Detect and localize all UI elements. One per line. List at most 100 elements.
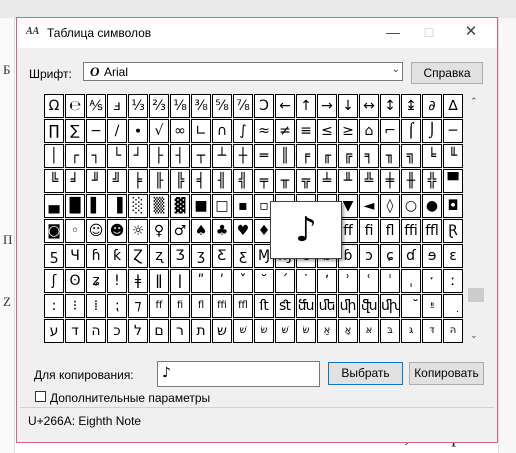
character-cell[interactable]: ∏ xyxy=(44,119,64,143)
character-cell[interactable]: ﬖ xyxy=(359,294,379,318)
character-cell[interactable]: ɛ xyxy=(443,244,463,268)
character-cell[interactable]: ∆ xyxy=(443,94,463,118)
character-cell[interactable]: ﬄ xyxy=(422,219,442,243)
character-cell[interactable]: ⁝ xyxy=(65,294,85,318)
character-cell[interactable]: ═ xyxy=(254,144,274,168)
character-cell[interactable]: ╟ xyxy=(149,169,169,193)
character-cell[interactable]: ǁ xyxy=(149,269,169,293)
character-cell[interactable]: ╝ xyxy=(107,169,127,193)
character-cell[interactable]: ʼ xyxy=(317,269,337,293)
character-cell[interactable]: ▐ xyxy=(107,194,127,218)
character-cell[interactable]: ﬃ xyxy=(401,219,421,243)
character-cell[interactable]: ⌡ xyxy=(422,119,442,143)
character-cell[interactable]: ▓ xyxy=(170,194,190,218)
character-cell[interactable]: ɕ xyxy=(380,244,400,268)
character-cell[interactable]: Ↄ xyxy=(254,94,274,118)
character-cell[interactable]: ɘ xyxy=(422,244,442,268)
character-cell[interactable]: ˑ xyxy=(422,269,442,293)
character-cell[interactable]: ʺ xyxy=(191,269,211,293)
character-cell[interactable]: ﬁ xyxy=(359,219,379,243)
character-cell[interactable]: ǂ xyxy=(128,269,148,293)
character-cell[interactable]: גּ xyxy=(401,319,421,343)
character-cell[interactable]: ▌ xyxy=(86,194,106,218)
character-cell[interactable]: אָ xyxy=(338,319,358,343)
character-cell[interactable]: בּ xyxy=(380,319,400,343)
character-cell[interactable]: ╘ xyxy=(422,144,442,168)
character-cell[interactable]: ǃ xyxy=(107,269,127,293)
character-cell[interactable]: ☻ xyxy=(107,219,127,243)
character-cell[interactable]: □ xyxy=(212,194,232,218)
character-cell[interactable]: ▀ xyxy=(443,169,463,193)
character-cell[interactable]: ɦ xyxy=(86,244,106,268)
character-cell[interactable]: דּ xyxy=(422,319,442,343)
character-cell[interactable]: ʒ xyxy=(191,244,211,268)
font-dropdown[interactable]: O Arial ⌄ xyxy=(83,62,403,81)
character-cell[interactable]: כ xyxy=(107,319,127,343)
help-button[interactable]: Справка xyxy=(411,62,483,84)
character-cell[interactable]: ʑ xyxy=(86,269,106,293)
character-cell[interactable]: ⌂ xyxy=(359,119,379,143)
character-cell[interactable]: ⁊ xyxy=(128,294,148,318)
character-cell[interactable]: ﬂ xyxy=(380,219,400,243)
character-cell[interactable]: ⌐ xyxy=(380,119,400,143)
character-cell[interactable]: ≈ xyxy=(254,119,274,143)
character-cell[interactable]: ﬅ xyxy=(254,294,274,318)
character-cell[interactable]: ﬓ xyxy=(296,294,316,318)
character-cell[interactable]: ─ xyxy=(443,119,463,143)
character-cell[interactable]: ˌ xyxy=(401,269,421,293)
character-cell[interactable]: ╛ xyxy=(65,169,85,193)
character-cell[interactable]: ∞ xyxy=(170,119,190,143)
character-cell[interactable]: ┬ xyxy=(191,144,211,168)
character-cell[interactable]: ╩ xyxy=(359,169,379,193)
character-cell[interactable]: ˈ xyxy=(380,269,400,293)
character-cell[interactable]: ☺ xyxy=(86,219,106,243)
character-cell[interactable]: └ xyxy=(107,144,127,168)
character-cell[interactable]: ╞ xyxy=(128,169,148,193)
character-cell[interactable]: ⌠ xyxy=(401,119,421,143)
character-cell[interactable]: ffi xyxy=(212,294,232,318)
character-cell[interactable]: ∕ xyxy=(107,119,127,143)
character-cell[interactable]: ╣ xyxy=(233,169,253,193)
character-cell[interactable]: ː xyxy=(443,269,463,293)
character-cell[interactable]: │ xyxy=(44,144,64,168)
character-cell[interactable]: ○ xyxy=(401,194,421,218)
character-cell[interactable]: ┴ xyxy=(212,144,232,168)
character-cell[interactable]: ╠ xyxy=(170,169,190,193)
character-cell[interactable]: ⅔ xyxy=(149,94,169,118)
character-cell[interactable]: ǀ xyxy=(170,269,190,293)
character-cell[interactable]: ╒ xyxy=(296,144,316,168)
character-cell[interactable]: ╫ xyxy=(401,169,421,193)
character-cell[interactable]: ִ xyxy=(443,294,463,318)
character-cell[interactable]: שּׁ xyxy=(275,319,295,343)
character-cell[interactable]: ╚ xyxy=(44,169,64,193)
character-cell[interactable]: ﬕ xyxy=(338,294,358,318)
advanced-view-label[interactable]: Дополнительные параметры xyxy=(50,391,210,405)
character-cell[interactable]: ʿ xyxy=(359,269,379,293)
scroll-up-icon[interactable]: ⌃ xyxy=(470,96,478,107)
character-cell[interactable]: ┐ xyxy=(86,144,106,168)
character-cell[interactable]: Ɽ xyxy=(443,219,463,243)
character-cell[interactable]: ☼ xyxy=(128,219,148,243)
character-cell[interactable]: ƹ xyxy=(233,244,253,268)
character-cell[interactable]: ╡ xyxy=(191,169,211,193)
character-cell[interactable]: ﬞ xyxy=(401,294,421,318)
character-cell[interactable]: ╦ xyxy=(296,169,316,193)
character-cell[interactable]: ♂ xyxy=(170,219,190,243)
character-cell[interactable]: ˘ xyxy=(254,269,274,293)
character-cell[interactable]: ╕ xyxy=(359,144,379,168)
select-button[interactable]: Выбрать xyxy=(328,362,403,385)
character-cell[interactable]: ⅝ xyxy=(212,94,232,118)
character-cell[interactable]: ↕ xyxy=(380,94,400,118)
character-cell[interactable]: ɔ xyxy=(359,244,379,268)
character-cell[interactable]: ת xyxy=(191,319,211,343)
character-cell[interactable]: fi xyxy=(170,294,190,318)
character-cell[interactable]: ƙ xyxy=(107,244,127,268)
character-cell[interactable]: ♣ xyxy=(212,219,232,243)
character-cell[interactable]: ˇ xyxy=(233,269,253,293)
copy-input-field[interactable]: ♪ xyxy=(157,361,320,387)
character-cell[interactable]: ≠ xyxy=(275,119,295,143)
character-cell[interactable]: ╔ xyxy=(338,144,358,168)
character-cell[interactable]: Ƹ xyxy=(212,244,232,268)
character-cell[interactable]: ◊ xyxy=(380,194,400,218)
character-cell[interactable]: ├ xyxy=(149,144,169,168)
